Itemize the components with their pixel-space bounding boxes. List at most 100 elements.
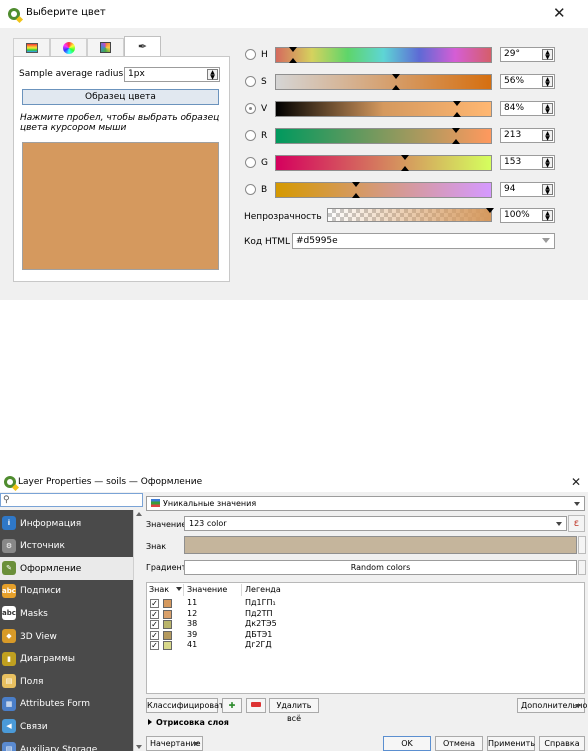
delete-all-button[interactable]: Удалить всё: [269, 698, 319, 723]
close-icon[interactable]: ✕: [571, 475, 581, 490]
table-row[interactable]: ✓ 38 Дк2ТЭ5: [147, 619, 584, 630]
sidebar-search-input[interactable]: ⚲: [0, 493, 143, 507]
channel-slider-b[interactable]: [275, 182, 492, 198]
tab-sampler[interactable]: ✒: [124, 36, 161, 56]
sample-color-button[interactable]: Образец цвета: [22, 89, 219, 105]
table-row[interactable]: ✓ 41 Дг2ГД: [147, 640, 584, 651]
sidebar-item-label: Подписи: [20, 586, 62, 597]
classify-button[interactable]: Классифицировать: [146, 698, 228, 713]
spin-arrows-icon[interactable]: ▲ ▼: [542, 184, 553, 196]
channel-spinbox-h[interactable]: 29° ▲ ▼: [500, 47, 555, 62]
style-menu-button[interactable]: Начертание: [146, 736, 203, 751]
row-symbol-swatch[interactable]: [163, 599, 172, 608]
spin-arrows-icon[interactable]: ▲ ▼: [207, 69, 218, 81]
channel-radio-b[interactable]: [245, 184, 256, 195]
sidebar-item-attributes-form[interactable]: ▦ Attributes Form: [0, 693, 133, 716]
value-field-select[interactable]: 123 color: [184, 516, 567, 531]
column-header-value[interactable]: Значение: [187, 585, 227, 594]
row-checkbox[interactable]: ✓: [150, 599, 159, 608]
channel-slider-v[interactable]: [275, 101, 492, 117]
sidebar-item-source[interactable]: ⚙ Источник: [0, 535, 133, 558]
sidebar-scrollbar[interactable]: [133, 510, 143, 751]
row-legend[interactable]: ДБТЭ1: [245, 630, 272, 639]
row-symbol-swatch[interactable]: [163, 641, 172, 650]
spin-arrows-icon[interactable]: ▲ ▼: [542, 49, 553, 61]
tab-swatches[interactable]: [87, 38, 124, 56]
channel-radio-r[interactable]: [245, 130, 256, 141]
sidebar-item-diagrams[interactable]: ▮ Диаграммы: [0, 648, 133, 671]
row-symbol-swatch[interactable]: [163, 620, 172, 629]
color-ramp-dropdown[interactable]: [578, 560, 586, 575]
symbol-button[interactable]: [184, 536, 577, 554]
table-row[interactable]: ✓ 39 ДБТЭ1: [147, 630, 584, 641]
sidebar-item-aux-storage[interactable]: ▤ Auxiliary Storage: [0, 738, 133, 751]
apply-button[interactable]: Применить: [487, 736, 535, 751]
close-icon[interactable]: ✕: [553, 6, 566, 21]
channel-slider-h[interactable]: [275, 47, 492, 63]
row-checkbox[interactable]: ✓: [150, 641, 159, 650]
layer-rendering-section[interactable]: Отрисовка слоя: [148, 718, 229, 727]
channel-spinbox-s[interactable]: 56% ▲ ▼: [500, 74, 555, 89]
add-category-button[interactable]: ✚: [222, 698, 242, 713]
expression-button[interactable]: ε: [568, 515, 585, 532]
row-symbol-swatch[interactable]: [163, 630, 172, 640]
sidebar-item-label: Диаграммы: [20, 654, 76, 665]
channel-slider-r[interactable]: [275, 128, 492, 144]
channel-radio-h[interactable]: [245, 49, 256, 60]
channel-spinbox-v[interactable]: 84% ▲ ▼: [500, 101, 555, 116]
symbol-dropdown[interactable]: [578, 536, 586, 554]
spin-arrows-icon[interactable]: ▲ ▼: [542, 103, 553, 115]
row-legend[interactable]: Пд1ГП₁: [245, 598, 276, 607]
sidebar-item-3d-view[interactable]: ◆ 3D View: [0, 625, 133, 648]
spin-arrows-icon[interactable]: ▲ ▼: [542, 157, 553, 169]
sidebar-item-label: Поля: [20, 676, 44, 687]
row-checkbox[interactable]: ✓: [150, 620, 159, 629]
sidebar-item-symbology[interactable]: ✎ Оформление: [0, 557, 133, 581]
channel-radio-s[interactable]: [245, 76, 256, 87]
sidebar-item-joins[interactable]: ◀ Связи: [0, 715, 133, 738]
table-row[interactable]: ✓ 11 Пд1ГП₁: [147, 598, 584, 609]
tab-ramp[interactable]: [13, 38, 50, 56]
spin-arrows-icon[interactable]: ▲ ▼: [542, 210, 553, 222]
opacity-slider[interactable]: [327, 208, 494, 222]
row-legend[interactable]: Пд2ТП: [245, 609, 273, 618]
opacity-spinbox[interactable]: 100% ▲ ▼: [500, 208, 555, 223]
help-button[interactable]: Справка: [539, 736, 585, 751]
layer-rendering-label: Отрисовка слоя: [156, 718, 229, 727]
scroll-down-icon[interactable]: [136, 745, 142, 749]
sidebar-item-masks[interactable]: abc Masks: [0, 602, 133, 625]
renderer-select[interactable]: Уникальные значения: [146, 496, 585, 511]
column-header-legend[interactable]: Легенда: [245, 585, 281, 594]
scroll-up-icon[interactable]: [136, 512, 142, 516]
color-ramp-button[interactable]: Random colors: [184, 560, 577, 575]
channel-radio-v[interactable]: [245, 103, 256, 114]
sidebar-item-info[interactable]: i Информация: [0, 512, 133, 535]
sort-down-icon[interactable]: [176, 587, 182, 591]
channel-radio-g[interactable]: [245, 157, 256, 168]
cancel-button[interactable]: Отмена: [435, 736, 483, 751]
tab-wheel[interactable]: [50, 38, 87, 56]
row-legend[interactable]: Дк2ТЭ5: [245, 619, 277, 628]
chevron-down-icon[interactable]: [542, 238, 550, 243]
advanced-button[interactable]: Дополнительно: [517, 698, 587, 713]
column-header-symbol[interactable]: Знак: [149, 585, 169, 594]
html-code-input[interactable]: #d5995e: [292, 233, 555, 249]
row-legend[interactable]: Дг2ГД: [245, 640, 272, 649]
sample-radius-spinbox[interactable]: 1px ▲ ▼: [124, 67, 220, 82]
spin-arrows-icon[interactable]: ▲ ▼: [542, 130, 553, 142]
channel-slider-g[interactable]: [275, 155, 492, 171]
sidebar-item-fields[interactable]: ▤ Поля: [0, 670, 133, 693]
table-row[interactable]: ✓ 12 Пд2ТП: [147, 609, 584, 620]
spin-arrows-icon[interactable]: ▲ ▼: [542, 76, 553, 88]
channel-spinbox-b[interactable]: 94 ▲ ▼: [500, 182, 555, 197]
row-symbol-swatch[interactable]: [163, 609, 172, 619]
channel-slider-s[interactable]: [275, 74, 492, 90]
delete-category-button[interactable]: [246, 698, 266, 713]
ok-button[interactable]: OK: [383, 736, 431, 751]
sidebar-item-labels[interactable]: abc Подписи: [0, 580, 133, 603]
row-checkbox[interactable]: ✓: [150, 630, 159, 640]
channel-spinbox-r[interactable]: 213 ▲ ▼: [500, 128, 555, 143]
row-checkbox[interactable]: ✓: [150, 609, 159, 619]
channel-spinbox-g[interactable]: 153 ▲ ▼: [500, 155, 555, 170]
epsilon-icon: ε: [573, 518, 580, 529]
